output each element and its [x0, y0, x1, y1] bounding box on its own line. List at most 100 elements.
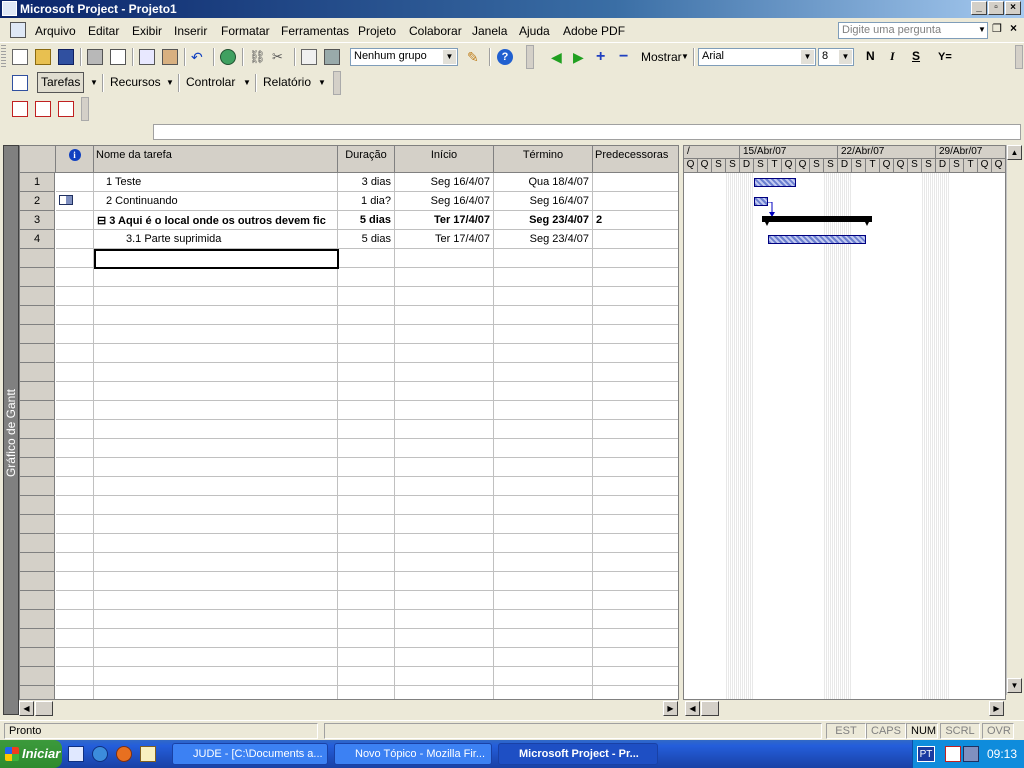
cell-name[interactable]	[94, 629, 338, 648]
row-header[interactable]	[20, 325, 55, 344]
desktop-quicklaunch-icon[interactable]	[68, 746, 84, 762]
cell-name[interactable]	[94, 667, 338, 686]
show-dropdown-icon[interactable]: ▼	[681, 52, 689, 61]
cell-info[interactable]	[56, 192, 94, 211]
cell-finish[interactable]	[494, 667, 593, 686]
cell-duration[interactable]	[338, 515, 395, 534]
cell-start[interactable]: Ter 17/4/07	[395, 211, 494, 230]
cell-duration[interactable]: 1 dia?	[338, 192, 395, 211]
cell-info[interactable]	[56, 211, 94, 230]
filter-icon[interactable]: Y=	[938, 49, 954, 65]
view-bar[interactable]: Gráfico de Gantt	[3, 145, 19, 715]
cell-finish[interactable]	[494, 382, 593, 401]
cell-info[interactable]	[56, 629, 94, 648]
cell-info[interactable]	[56, 306, 94, 325]
cell-start[interactable]	[395, 572, 494, 591]
cell-start[interactable]	[395, 287, 494, 306]
cell-info[interactable]	[56, 572, 94, 591]
select-all-header[interactable]	[20, 146, 56, 173]
cell-info[interactable]	[56, 477, 94, 496]
row-header[interactable]	[20, 458, 55, 477]
row-header[interactable]	[20, 306, 55, 325]
row-header[interactable]: 3	[20, 211, 55, 230]
cell-finish[interactable]	[494, 610, 593, 629]
cell-start[interactable]	[395, 553, 494, 572]
cell-info[interactable]	[56, 230, 94, 249]
cell-name[interactable]	[94, 420, 338, 439]
cell-duration[interactable]	[338, 306, 395, 325]
cell-finish[interactable]	[494, 439, 593, 458]
font-size-arrow-icon[interactable]: ▼	[839, 50, 852, 64]
cell-duration[interactable]	[338, 268, 395, 287]
tasks-dropdown-icon[interactable]: ▼	[90, 78, 98, 87]
cell-info[interactable]	[56, 325, 94, 344]
cell-duration[interactable]	[338, 344, 395, 363]
cell-duration[interactable]	[338, 439, 395, 458]
cell-pred[interactable]	[593, 572, 678, 591]
cell-duration[interactable]	[338, 591, 395, 610]
link-tasks-icon[interactable]: ⛓	[249, 49, 266, 65]
cell-name[interactable]	[94, 686, 338, 699]
row-header[interactable]	[20, 401, 55, 420]
cell-pred[interactable]	[593, 439, 678, 458]
cell-pred[interactable]	[593, 458, 678, 477]
cell-start[interactable]	[395, 344, 494, 363]
underline-button[interactable]: S	[912, 49, 920, 63]
report-button[interactable]: Relatório	[263, 75, 311, 89]
cell-info[interactable]	[56, 287, 94, 306]
cell-finish[interactable]	[494, 363, 593, 382]
pdf-email-icon[interactable]	[35, 101, 51, 117]
row-header[interactable]	[20, 420, 55, 439]
cell-name[interactable]	[94, 515, 338, 534]
document-icon[interactable]	[10, 22, 26, 38]
gantt-bar-task-4[interactable]	[768, 235, 866, 244]
summary-bar-task-3[interactable]	[762, 215, 874, 227]
row-header[interactable]	[20, 515, 55, 534]
cell-finish[interactable]	[494, 249, 593, 268]
cell-finish[interactable]	[494, 306, 593, 325]
cell-name[interactable]: 3.1 Parte suprimida	[94, 230, 338, 249]
cell-start[interactable]	[395, 439, 494, 458]
gantt-scroll-left-icon[interactable]: ◀	[685, 701, 700, 716]
cell-start[interactable]: Ter 17/4/07	[395, 230, 494, 249]
row-header[interactable]	[20, 344, 55, 363]
cell-info[interactable]	[56, 496, 94, 515]
cell-pred[interactable]	[593, 610, 678, 629]
gantt-horizontal-scrollbar[interactable]: ◀ ▶	[683, 701, 1006, 717]
scroll-thumb[interactable]	[35, 701, 53, 716]
cell-name[interactable]	[94, 268, 338, 287]
cell-info[interactable]	[56, 648, 94, 667]
scroll-down-icon[interactable]: ▼	[1007, 678, 1022, 693]
row-header[interactable]	[20, 382, 55, 401]
cell-info[interactable]	[56, 534, 94, 553]
cell-pred[interactable]	[593, 496, 678, 515]
row-header[interactable]	[20, 534, 55, 553]
cell-finish[interactable]	[494, 591, 593, 610]
cell-pred[interactable]	[593, 287, 678, 306]
cell-pred[interactable]	[593, 515, 678, 534]
font-combo-arrow-icon[interactable]: ▼	[801, 50, 814, 64]
cell-start[interactable]	[395, 477, 494, 496]
cell-name[interactable]	[94, 648, 338, 667]
cell-finish[interactable]	[494, 477, 593, 496]
cell-pred[interactable]	[593, 591, 678, 610]
row-header[interactable]	[20, 629, 55, 648]
notepad-quicklaunch-icon[interactable]	[140, 746, 156, 762]
cell-finish[interactable]: Qua 18/4/07	[494, 173, 593, 192]
gantt-bar-task-1[interactable]	[754, 178, 796, 187]
cell-duration[interactable]	[338, 686, 395, 699]
cell-finish[interactable]	[494, 268, 593, 287]
cell-pred[interactable]	[593, 648, 678, 667]
resources-dropdown-icon[interactable]: ▼	[166, 78, 174, 87]
cell-finish[interactable]	[494, 515, 593, 534]
row-header[interactable]: 2	[20, 192, 55, 211]
cell-finish[interactable]	[494, 344, 593, 363]
cell-pred[interactable]	[593, 173, 678, 192]
row-header[interactable]	[20, 610, 55, 629]
cell-pred[interactable]	[593, 230, 678, 249]
cell-name[interactable]: 2 Continuando	[94, 192, 338, 211]
cell-finish[interactable]: Seg 16/4/07	[494, 192, 593, 211]
cell-info[interactable]	[56, 382, 94, 401]
cell-duration[interactable]	[338, 629, 395, 648]
group-combo[interactable]: Nenhum grupo ▼	[350, 48, 458, 66]
